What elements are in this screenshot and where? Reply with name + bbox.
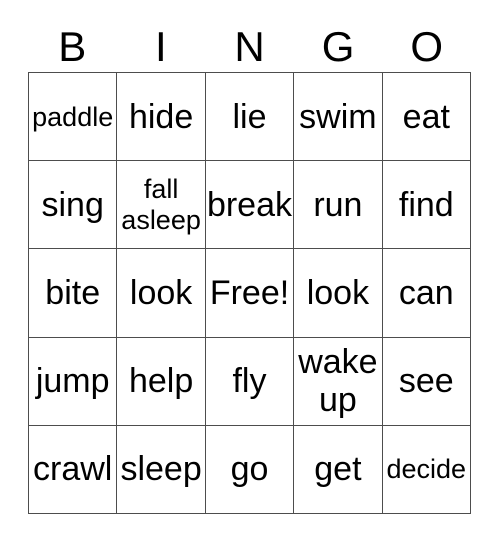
bingo-header-letter-b: B xyxy=(58,23,87,70)
bingo-cell-r4c5[interactable]: see xyxy=(382,337,471,426)
bingo-cell-label: see xyxy=(398,362,454,401)
bingo-cell-label: find xyxy=(398,185,454,224)
bingo-cell-label: eat xyxy=(402,97,450,136)
bingo-cell-r5c5[interactable]: decide xyxy=(382,425,471,514)
bingo-cell-label: Free! xyxy=(209,273,290,312)
bingo-cell-r1c4[interactable]: swim xyxy=(294,73,383,162)
bingo-header-letter-o: O xyxy=(410,23,443,70)
bingo-cell-label: lie xyxy=(232,97,267,136)
bingo-card: B I N G O paddle hide lie swim eat sing … xyxy=(0,0,500,544)
bingo-cell-r5c3[interactable]: go xyxy=(205,425,295,514)
bingo-cell-r4c2[interactable]: help xyxy=(117,337,206,426)
bingo-cell-r3c1[interactable]: bite xyxy=(29,249,118,338)
bingo-cell-r2c3[interactable]: break xyxy=(205,161,295,250)
bingo-cell-label: bite xyxy=(45,273,101,312)
bingo-cell-label: fly xyxy=(232,362,267,401)
bingo-cell-r3c2[interactable]: look xyxy=(117,249,206,338)
bingo-cell-label: paddle xyxy=(32,101,114,132)
bingo-cell-r2c5[interactable]: find xyxy=(382,161,471,250)
bingo-cell-label: sing xyxy=(41,185,104,224)
bingo-cell-label: decide xyxy=(386,454,467,485)
bingo-cell-r3c4[interactable]: look xyxy=(294,249,383,338)
bingo-cell-r5c1[interactable]: crawl xyxy=(29,425,118,514)
bingo-cell-label: look xyxy=(129,273,193,312)
bingo-header-row: B I N G O xyxy=(28,22,471,72)
bingo-cell-r1c1[interactable]: paddle xyxy=(29,73,118,162)
bingo-cell-label: hide xyxy=(128,97,194,136)
bingo-cell-label: get xyxy=(314,450,362,489)
bingo-cell-r1c3[interactable]: lie xyxy=(205,73,295,162)
bingo-cell-label: jump xyxy=(35,362,110,401)
bingo-cell-r4c3[interactable]: fly xyxy=(205,337,295,426)
bingo-cell-r2c4[interactable]: run xyxy=(294,161,383,250)
bingo-cell-r1c2[interactable]: hide xyxy=(117,73,206,162)
bingo-cell-label: run xyxy=(313,185,363,224)
bingo-cell-label: look xyxy=(306,273,370,312)
bingo-cell-label: crawl xyxy=(33,450,113,489)
bingo-cell-label: swim xyxy=(299,97,377,136)
bingo-cell-label: fall asleep xyxy=(121,173,201,235)
bingo-cell-label: sleep xyxy=(120,450,202,489)
bingo-cell-label: can xyxy=(398,273,454,312)
bingo-header-letter-n: N xyxy=(234,23,265,70)
bingo-cell-free-space[interactable]: Free! xyxy=(205,249,295,338)
bingo-header-letter-i: I xyxy=(155,23,167,70)
bingo-cell-label: wake up xyxy=(298,343,378,420)
bingo-cell-label: go xyxy=(230,450,269,489)
bingo-grid: paddle hide lie swim eat sing fall aslee… xyxy=(28,72,471,514)
bingo-cell-r5c2[interactable]: sleep xyxy=(117,425,206,514)
bingo-cell-r4c4[interactable]: wake up xyxy=(294,337,383,426)
bingo-cell-r1c5[interactable]: eat xyxy=(382,73,471,162)
bingo-cell-r2c1[interactable]: sing xyxy=(29,161,118,250)
bingo-cell-r2c2[interactable]: fall asleep xyxy=(117,161,206,250)
bingo-cell-r4c1[interactable]: jump xyxy=(29,337,118,426)
bingo-cell-label: help xyxy=(128,362,194,401)
bingo-cell-r5c4[interactable]: get xyxy=(294,425,383,514)
bingo-cell-label: break xyxy=(206,185,293,224)
bingo-cell-r3c5[interactable]: can xyxy=(382,249,471,338)
bingo-header-letter-g: G xyxy=(321,23,355,70)
